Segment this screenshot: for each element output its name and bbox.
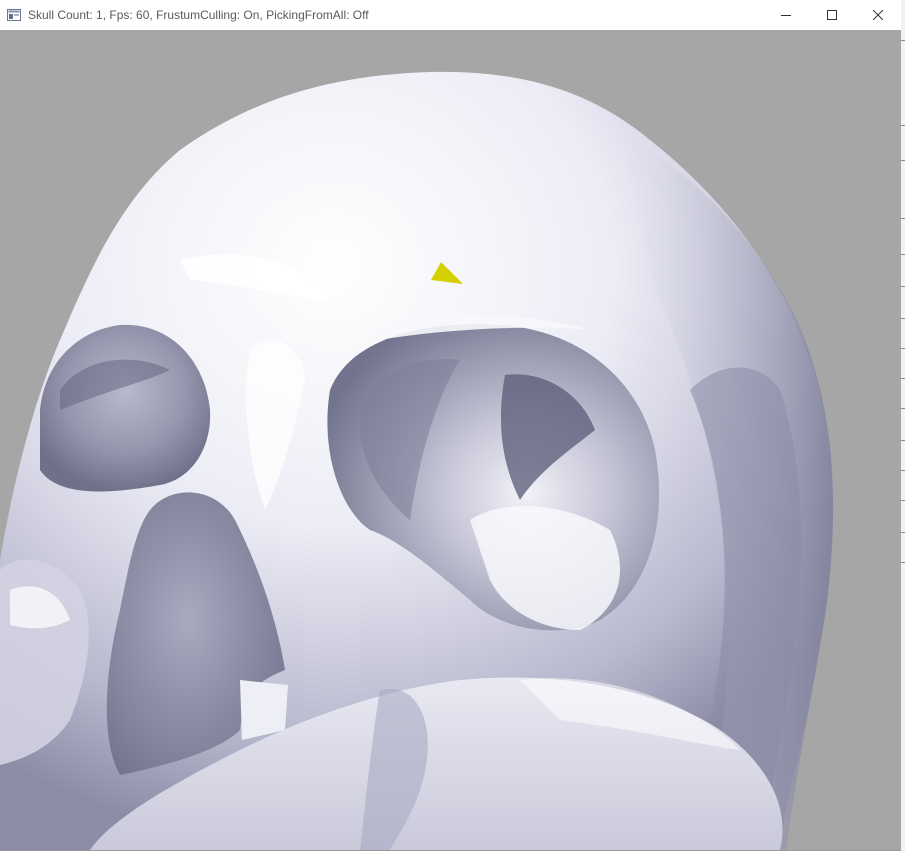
- minimize-icon: [781, 15, 791, 16]
- window-title: Skull Count: 1, Fps: 60, FrustumCulling:…: [28, 8, 369, 22]
- close-button[interactable]: [855, 0, 901, 30]
- close-icon: [873, 10, 883, 20]
- render-viewport[interactable]: [0, 30, 901, 850]
- caption-buttons: [763, 0, 901, 30]
- title-bar[interactable]: Skull Count: 1, Fps: 60, FrustumCulling:…: [0, 0, 901, 30]
- background-window-edge: [901, 0, 905, 852]
- maximize-button[interactable]: [809, 0, 855, 30]
- maximize-icon: [827, 10, 837, 20]
- skull-scene: [0, 71, 834, 850]
- app-window-icon: [6, 7, 22, 23]
- minimize-button[interactable]: [763, 0, 809, 30]
- app-window: Skull Count: 1, Fps: 60, FrustumCulling:…: [0, 0, 902, 851]
